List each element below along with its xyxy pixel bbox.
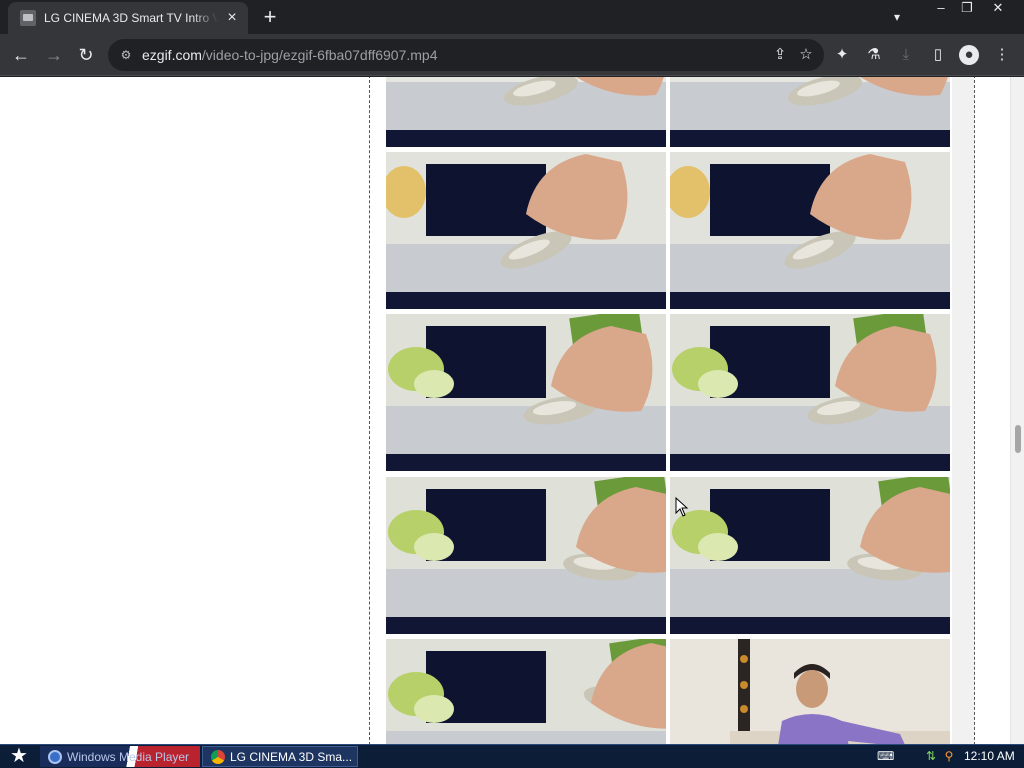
mouse-pointer-icon — [675, 496, 689, 517]
browser-toolbar: ← → ↻ ⚙ ezgif.com/video-to-jpg/ezgif-6fb… — [0, 34, 1024, 76]
frame-image — [386, 77, 666, 147]
reload-button[interactable]: ↻ — [72, 41, 100, 69]
window-close-button[interactable]: ✕ — [982, 0, 1014, 18]
media-player-icon — [48, 749, 62, 764]
frame-image — [386, 314, 666, 471]
profile-avatar-icon[interactable]: ● — [959, 45, 979, 65]
address-bar[interactable]: ⚙ ezgif.com/video-to-jpg/ezgif-6fba07dff… — [108, 39, 824, 71]
search-icon[interactable]: ⚲ — [942, 749, 956, 764]
video-frame-thumbnail[interactable] — [386, 477, 666, 634]
frame-image — [386, 152, 666, 309]
window-restore-button[interactable]: ❐ — [952, 0, 982, 18]
video-frame-thumbnail[interactable] — [386, 152, 666, 309]
chrome-icon — [211, 749, 225, 764]
network-icon[interactable]: ⇅ — [924, 749, 938, 764]
labs-flask-icon[interactable]: ⚗ — [864, 45, 884, 65]
frame-image — [670, 314, 950, 471]
bookmark-star-icon[interactable]: ☆ — [796, 45, 816, 65]
url-text[interactable]: ezgif.com/video-to-jpg/ezgif-6fba07dff69… — [142, 47, 438, 63]
video-frame-thumbnail[interactable] — [670, 477, 950, 634]
site-info-icon[interactable]: ⚙ — [118, 47, 134, 63]
frame-image — [386, 639, 666, 744]
extensions-puzzle-icon[interactable]: ✦ — [832, 45, 852, 65]
forward-button[interactable]: → — [40, 41, 68, 69]
tab-favicon-icon — [20, 10, 36, 26]
frame-image — [386, 477, 666, 634]
tab-title: LG CINEMA 3D Smart TV Intro Video — [44, 11, 218, 25]
video-frame-thumbnail[interactable] — [670, 77, 950, 147]
download-icon[interactable]: ⤓ — [896, 45, 916, 65]
share-icon[interactable]: ⇪ — [770, 45, 790, 65]
browser-tab[interactable]: LG CINEMA 3D Smart TV Intro Video × — [8, 2, 248, 34]
frame-image — [670, 477, 950, 634]
taskbar-item-media-player[interactable]: Windows Media Player — [40, 746, 200, 767]
frame-image — [670, 639, 950, 744]
web-page — [0, 77, 1024, 744]
video-frame-thumbnail[interactable] — [386, 77, 666, 147]
new-tab-button[interactable]: + — [258, 6, 282, 30]
windows-taskbar: ★ Windows Media Player LG CINEMA 3D Sma.… — [0, 744, 1024, 768]
content-side-strip — [952, 77, 974, 744]
tab-search-chevron-icon[interactable]: ▾ — [886, 6, 908, 28]
video-frame-thumbnail[interactable] — [670, 152, 950, 309]
frame-image — [670, 152, 950, 309]
start-star-icon[interactable]: ★ — [2, 745, 36, 768]
side-panel-icon[interactable]: ▯ — [928, 45, 948, 65]
taskbar-item-chrome[interactable]: LG CINEMA 3D Sma... — [202, 746, 358, 767]
video-frame-thumbnail[interactable] — [386, 639, 666, 744]
tab-strip: LG CINEMA 3D Smart TV Intro Video × + ▾ … — [0, 0, 1024, 34]
keyboard-icon[interactable]: ⌨ — [877, 749, 894, 764]
back-button[interactable]: ← — [7, 41, 35, 69]
chrome-menu-icon[interactable]: ⋮ — [992, 45, 1012, 65]
frame-image — [670, 77, 950, 147]
video-frame-thumbnail[interactable] — [670, 639, 950, 744]
tab-close-icon[interactable]: × — [224, 10, 240, 26]
video-frame-thumbnail[interactable] — [670, 314, 950, 471]
page-scrollbar[interactable] — [1010, 77, 1024, 744]
scrollbar-thumb[interactable] — [1015, 425, 1021, 453]
taskbar-clock: 12:10 AM — [964, 749, 1015, 763]
video-frame-thumbnail[interactable] — [386, 314, 666, 471]
